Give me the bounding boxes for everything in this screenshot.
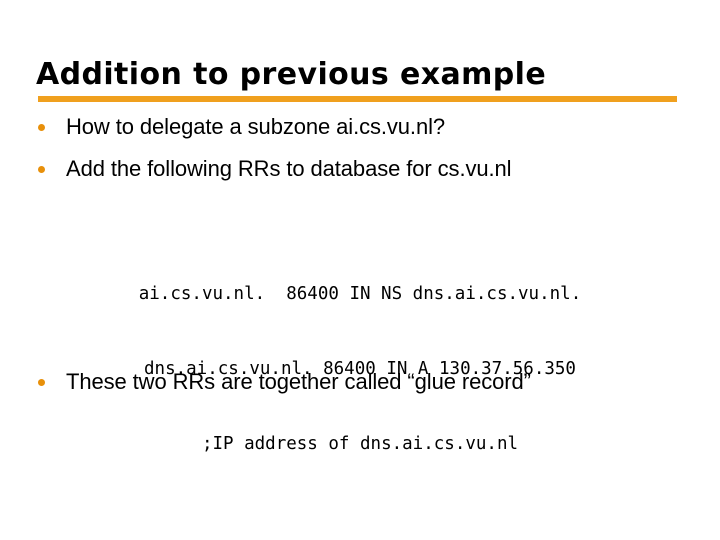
bullet-dot-icon xyxy=(38,166,45,173)
list-item: Add the following RRs to database for cs… xyxy=(38,155,698,183)
list-item: How to delegate a subzone ai.cs.vu.nl? xyxy=(38,113,698,141)
code-line: ai.cs.vu.nl. 86400 IN NS dns.ai.cs.vu.nl… xyxy=(138,284,582,304)
code-line: ;IP address of dns.ai.cs.vu.nl xyxy=(201,434,519,454)
slide-canvas: Addition to previous example How to dele… xyxy=(0,0,720,540)
page-title: Addition to previous example xyxy=(36,57,547,92)
title-underline-rule xyxy=(38,96,677,102)
list-item: These two RRs are together called “glue … xyxy=(38,368,698,396)
bullet-dot-icon xyxy=(38,124,45,131)
list-item-label: Add the following RRs to database for cs… xyxy=(66,156,512,181)
bullet-dot-icon xyxy=(38,379,45,386)
list-item-label: These two RRs are together called “glue … xyxy=(66,369,531,394)
list-item-label: How to delegate a subzone ai.cs.vu.nl? xyxy=(66,114,445,139)
